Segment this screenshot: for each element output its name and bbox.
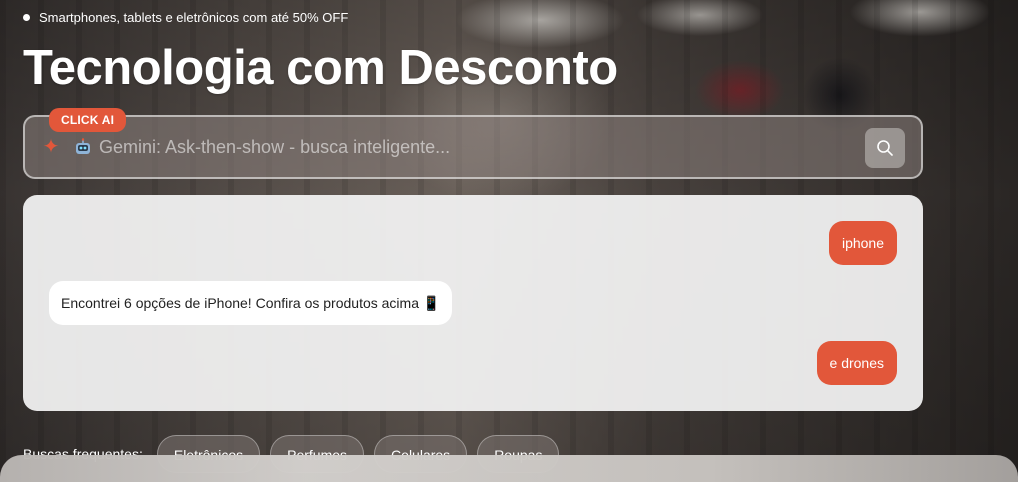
sparkle-icon: ✦ xyxy=(42,136,60,158)
assistant-message: Encontrei 6 opções de iPhone! Confira os… xyxy=(49,281,453,325)
search-icon xyxy=(877,140,893,156)
robot-icon xyxy=(73,137,93,157)
promo-text: Smartphones, tablets e eletrônicos com a… xyxy=(39,10,349,25)
search-input[interactable]: Gemini: Ask-then-show - busca inteligent… xyxy=(99,137,921,158)
user-message: iphone xyxy=(828,221,897,265)
search-button[interactable] xyxy=(865,128,905,168)
bullet-dot-icon xyxy=(23,14,30,21)
search-bar[interactable]: CLICK AI ✦ Gemini: Ask-then-show - busca… xyxy=(23,108,923,179)
click-ai-badge: CLICK AI xyxy=(49,108,127,132)
page-title: Tecnologia com Desconto xyxy=(23,41,618,95)
user-message: e drones xyxy=(816,341,897,385)
promo-banner: Smartphones, tablets e eletrônicos com a… xyxy=(23,10,348,25)
product-panel-edge xyxy=(0,455,1018,482)
chat-panel: iphone Encontrei 6 opções de iPhone! Con… xyxy=(23,195,923,411)
